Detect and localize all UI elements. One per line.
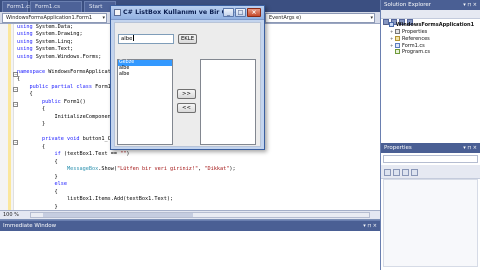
tab-form1-cs[interactable]: Form1.cs (2, 1, 32, 12)
pane-buttons[interactable]: ▾ ⊓ × (463, 0, 477, 10)
member-dropdown[interactable]: EventArgs e) ▾ (265, 13, 375, 23)
wrench-icon (395, 29, 400, 34)
solution-explorer-toolbar (381, 10, 480, 25)
properties-icon[interactable] (402, 169, 409, 176)
app-icon (114, 9, 121, 16)
text-caret (133, 35, 134, 41)
project-icon (389, 22, 394, 27)
minimize-button[interactable]: _ (223, 8, 234, 17)
categorized-icon[interactable] (384, 169, 391, 176)
scrollbar-thumb[interactable] (43, 213, 193, 217)
source-listbox[interactable]: Gebze albe albe (117, 59, 173, 145)
chevron-down-icon: ▾ (370, 15, 373, 21)
property-grid[interactable] (383, 179, 478, 267)
list-item[interactable]: albe (118, 72, 172, 78)
form-window[interactable]: C# ListBox Kullanımı ve Bir Örnek _ □ × … (110, 5, 265, 150)
pane-buttons[interactable]: ▾ ⊓ × (463, 143, 477, 153)
horizontal-scrollbar[interactable] (30, 212, 370, 218)
editor-gutter (0, 24, 14, 210)
tree-item-program[interactable]: Program.cs (395, 49, 430, 56)
solution-explorer-title-bar: Solution Explorer ▾ ⊓ × (381, 0, 480, 10)
add-button[interactable]: EKLE (178, 34, 197, 44)
solution-explorer: Solution Explorer ▾ ⊓ × − WindowsFormsApp… (380, 0, 480, 143)
move-left-button[interactable]: << (177, 103, 196, 113)
maximize-button[interactable]: □ (235, 8, 246, 17)
form-title-bar[interactable]: C# ListBox Kullanımı ve Bir Örnek _ □ × (111, 6, 264, 20)
folder-icon (395, 36, 400, 41)
properties-title-bar: Properties ▾ ⊓ × (381, 143, 480, 153)
zoom-level[interactable]: 100 % (3, 212, 19, 218)
csharp-file-icon (395, 49, 400, 54)
properties-window: Properties ▾ ⊓ × (380, 143, 480, 270)
chevron-down-icon: ▾ (102, 15, 105, 21)
form-icon (395, 43, 400, 48)
move-right-button[interactable]: >> (177, 89, 196, 99)
editor-status-row: 100 % (0, 210, 380, 219)
text-input[interactable]: albe (118, 34, 174, 44)
form-client-area: albe EKLE Gebze albe albe >> << (114, 22, 261, 147)
immediate-window-title-bar: Immediate Window ▾ ⊓ × (0, 221, 380, 231)
pane-buttons[interactable]: ▾ ⊓ × (363, 221, 377, 231)
properties-toolbar (381, 165, 480, 179)
change-tracking-bar (8, 24, 11, 210)
tab-form1-design[interactable]: Form1.cs [Design] (30, 1, 82, 21)
immediate-window[interactable]: Immediate Window ▾ ⊓ × (0, 220, 380, 270)
alphabetical-icon[interactable] (393, 169, 400, 176)
object-selector[interactable] (383, 155, 478, 163)
events-icon[interactable] (411, 169, 418, 176)
target-listbox[interactable] (200, 59, 256, 145)
close-button[interactable]: × (247, 8, 261, 17)
type-dropdown[interactable]: WindowsFormsApplication1.Form1 ▾ (2, 13, 107, 23)
